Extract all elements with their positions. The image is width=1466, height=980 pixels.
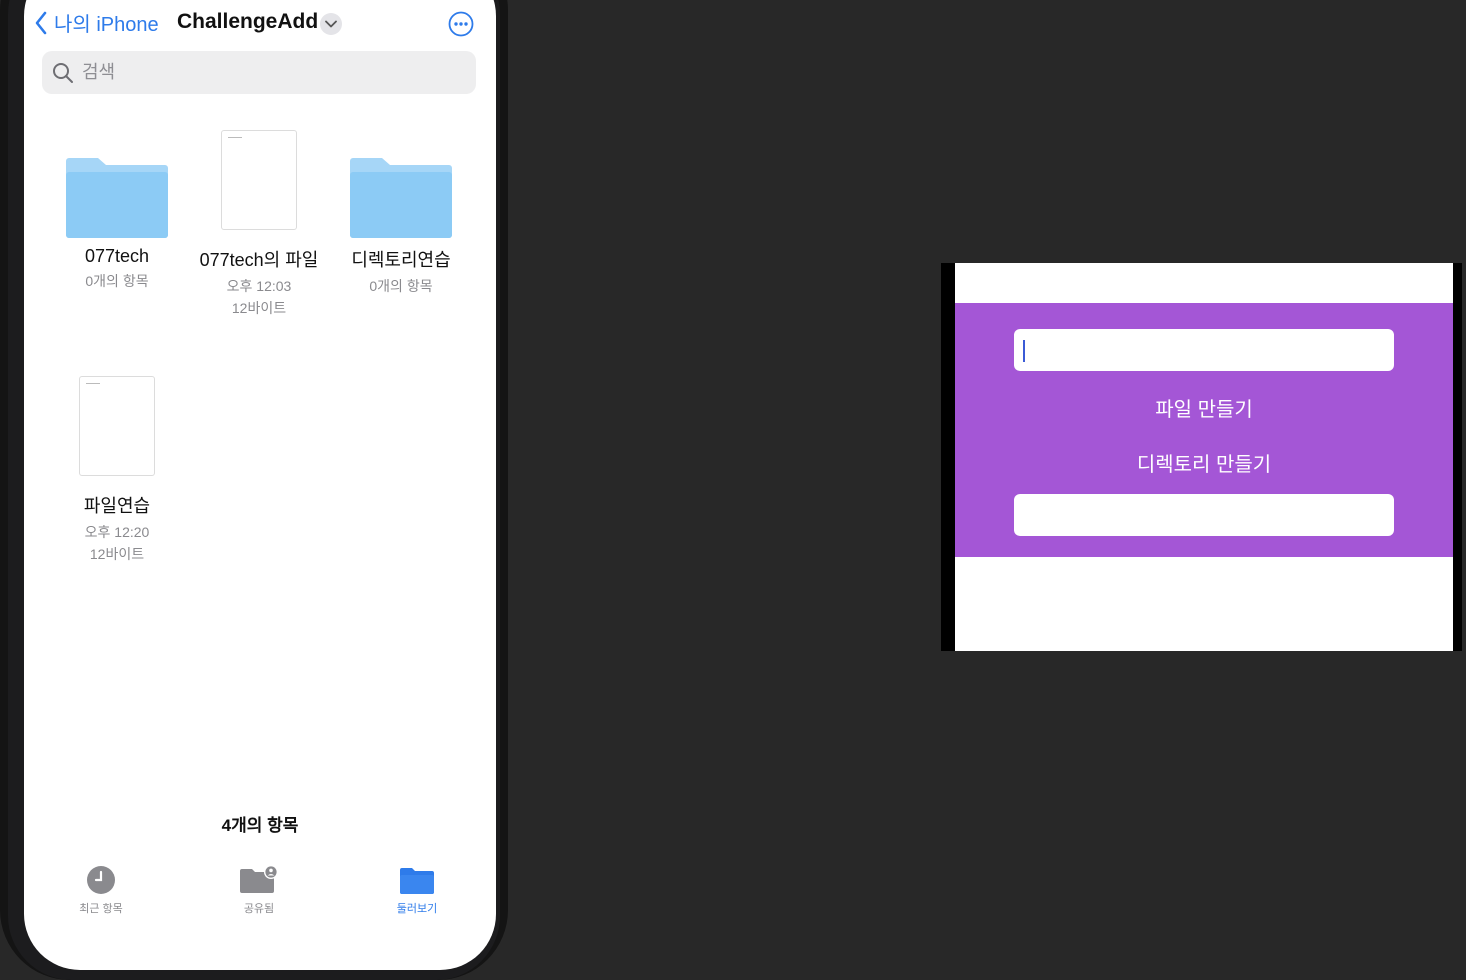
item-name: 077tech의 파일: [199, 250, 319, 270]
tab-bar: 최근 항목 공유됨 둘러보기: [24, 864, 496, 934]
output-field[interactable]: [1014, 494, 1394, 536]
folder-icon: [400, 868, 434, 894]
item-detail: 0개의 항목: [369, 278, 433, 294]
item-detail: 오후 12:20: [84, 524, 150, 540]
tab-label: 둘러보기: [396, 903, 438, 915]
item-detail: 오후 12:03: [226, 278, 292, 294]
create-file-button[interactable]: 파일 만들기: [1014, 393, 1394, 422]
document-icon: [79, 376, 155, 476]
text-cursor: [1023, 340, 1025, 362]
search-bar[interactable]: [42, 51, 476, 94]
folder-icon: [350, 158, 452, 238]
tab-browse[interactable]: 둘러보기: [367, 864, 467, 916]
chevron-left-icon: [35, 11, 47, 34]
search-icon: [53, 62, 73, 83]
folder-icon: [66, 158, 168, 238]
tab-label: 최근 항목: [79, 903, 123, 915]
app-content: 파일 만들기 디렉토리 만들기: [955, 263, 1453, 651]
shared-folder-icon: [240, 865, 278, 893]
item-name: 디렉토리연습: [351, 250, 451, 270]
files-app-screen: 나의 iPhone ChallengeAdd 077tech 0개의 항목: [24, 0, 496, 970]
more-options-icon[interactable]: [448, 11, 474, 37]
item-name: 파일연습: [83, 496, 151, 516]
chevron-down-icon: [325, 20, 337, 28]
tab-label: 공유됨: [243, 903, 275, 915]
document-icon: [221, 130, 297, 230]
tab-recents[interactable]: 최근 항목: [51, 864, 151, 916]
document-item[interactable]: 파일연습 오후 12:20 12바이트: [42, 374, 192, 562]
create-directory-button[interactable]: 디렉토리 만들기: [1014, 448, 1394, 477]
back-button-label: 나의 iPhone: [54, 14, 159, 36]
back-button[interactable]: 나의 iPhone: [34, 8, 159, 37]
item-size: 12바이트: [89, 546, 145, 562]
item-detail: 0개의 항목: [85, 273, 149, 289]
item-name: 077tech: [84, 246, 150, 266]
title-menu-button[interactable]: [320, 13, 342, 35]
simulator-window: 파일 만들기 디렉토리 만들기: [941, 263, 1462, 651]
item-size: 12바이트: [231, 300, 287, 316]
name-input[interactable]: [1014, 329, 1394, 371]
page-title: ChallengeAdd: [177, 10, 319, 33]
tab-shared[interactable]: 공유됨: [209, 864, 309, 916]
item-count: 4개의 항목: [221, 816, 299, 835]
document-item[interactable]: 077tech의 파일 오후 12:03 12바이트: [184, 128, 334, 316]
search-input[interactable]: [80, 61, 444, 84]
folder-item[interactable]: 디렉토리연습 0개의 항목: [326, 128, 476, 294]
clock-icon: [87, 866, 115, 894]
folder-item[interactable]: 077tech 0개의 항목: [42, 128, 192, 289]
form-panel: 파일 만들기 디렉토리 만들기: [955, 303, 1453, 557]
